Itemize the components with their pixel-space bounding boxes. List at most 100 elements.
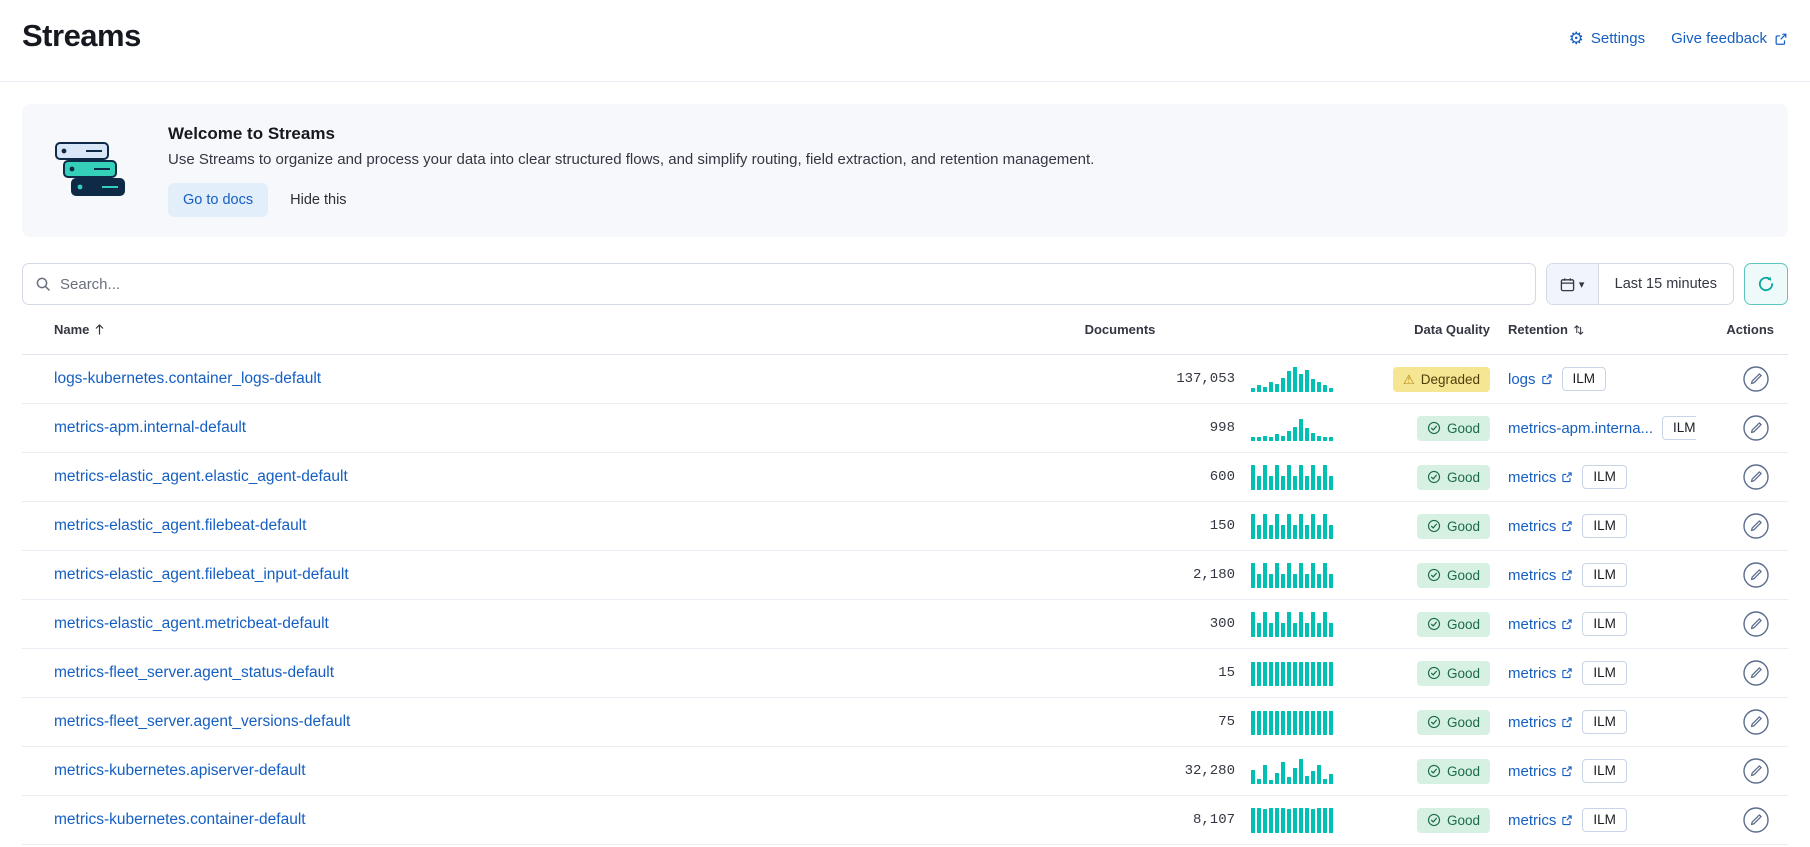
data-quality-badge-good: Good [1417,563,1490,588]
stream-name-cell: metrics-elastic_agent.filebeat_input-def… [34,566,1005,584]
documents-count: 998 [1005,420,1235,436]
retention-policy-link[interactable]: metrics-apm.interna... [1508,420,1653,437]
column-header-name[interactable]: Name [34,322,1005,337]
spark-bar [1305,525,1309,539]
ilm-badge: ILM [1582,514,1627,538]
retention-policy-link[interactable]: metrics [1508,665,1573,682]
edit-stream-button[interactable] [1742,757,1770,785]
edit-stream-button[interactable] [1742,659,1770,687]
spark-bar [1329,437,1333,440]
external-link-icon [1561,667,1573,679]
table-header: Name Documents Data Quality Retention Ac… [22,305,1788,355]
search-input[interactable] [60,276,1523,293]
data-quality-badge-good: Good [1417,759,1490,784]
data-quality-cell: Good [1370,465,1490,490]
documents-sparkline [1251,465,1335,490]
retention-policy-link[interactable]: logs [1508,371,1553,388]
stream-name-link[interactable]: metrics-elastic_agent.filebeat-default [54,517,306,534]
stream-name-link[interactable]: metrics-fleet_server.agent_status-defaul… [54,664,334,681]
edit-stream-button[interactable] [1742,512,1770,540]
external-link-icon [1561,716,1573,728]
stream-name-link[interactable]: metrics-elastic_agent.metricbeat-default [54,615,329,632]
edit-stream-button[interactable] [1742,463,1770,491]
refresh-button[interactable] [1744,263,1788,305]
stream-name-link[interactable]: logs-kubernetes.container_logs-default [54,370,321,387]
spark-bar [1305,662,1309,686]
data-quality-cell: Good [1370,759,1490,784]
spark-bar [1263,436,1267,441]
spark-bar [1323,779,1327,784]
stream-name-link[interactable]: metrics-elastic_agent.elastic_agent-defa… [54,468,348,485]
go-to-docs-button[interactable]: Go to docs [168,183,268,217]
table-row: metrics-kubernetes.apiserver-default 32,… [22,747,1788,796]
data-quality-cell: Good [1370,612,1490,637]
actions-cell [1696,610,1776,638]
documents-count: 600 [1005,469,1235,485]
give-feedback-link[interactable]: Give feedback [1671,30,1788,47]
spark-bar [1281,662,1285,686]
retention-policy-link[interactable]: metrics [1508,567,1573,584]
actions-cell [1696,463,1776,491]
time-range-label[interactable]: Last 15 minutes [1599,264,1733,304]
stream-name-link[interactable]: metrics-kubernetes.apiserver-default [54,762,306,779]
edit-stream-button[interactable] [1742,806,1770,834]
retention-policy-link[interactable]: metrics [1508,469,1573,486]
retention-cell: metrics ILM [1490,563,1696,587]
spark-bar [1281,574,1285,588]
spark-bar [1251,437,1255,440]
retention-policy-link[interactable]: metrics [1508,812,1573,829]
settings-link[interactable]: ⚙ Settings [1569,30,1645,47]
spark-bar [1251,770,1255,784]
external-link-icon [1561,814,1573,826]
spark-bar [1257,623,1261,637]
documents-sparkline [1251,661,1335,686]
column-header-retention[interactable]: Retention [1490,322,1696,337]
spark-bar [1281,711,1285,735]
edit-stream-button[interactable] [1742,561,1770,589]
documents-sparkline [1251,808,1335,833]
retention-policy-link[interactable]: metrics [1508,763,1573,780]
retention-policy-link[interactable]: metrics [1508,714,1573,731]
retention-policy-link[interactable]: metrics [1508,518,1573,535]
data-quality-badge-good: Good [1417,661,1490,686]
spark-bar [1257,574,1261,588]
stream-name-cell: metrics-fleet_server.agent_versions-defa… [34,713,1005,731]
calendar-menu-button[interactable]: ▾ [1547,264,1599,304]
documents-sparkline [1251,367,1335,392]
documents-count: 300 [1005,616,1235,632]
spark-bar [1269,574,1273,588]
spark-bar [1299,563,1303,588]
spark-bar [1293,525,1297,539]
spark-bar [1317,711,1321,735]
edit-stream-button[interactable] [1742,610,1770,638]
spark-bar [1329,574,1333,588]
hide-this-button[interactable]: Hide this [290,192,346,208]
edit-stream-button[interactable] [1742,414,1770,442]
spark-bar [1305,776,1309,784]
stream-name-cell: metrics-elastic_agent.metricbeat-default [34,615,1005,633]
page-header: Streams ⚙ Settings Give feedback [0,0,1810,82]
sort-ascending-icon [94,324,105,335]
spark-bar [1287,465,1291,490]
spark-bar [1269,711,1273,735]
spark-bar [1329,623,1333,637]
external-link-icon [1541,373,1553,385]
welcome-description: Use Streams to organize and process your… [168,151,1094,168]
stream-name-link[interactable]: metrics-fleet_server.agent_versions-defa… [54,713,350,730]
stream-name-link[interactable]: metrics-elastic_agent.filebeat_input-def… [54,566,349,583]
edit-stream-button[interactable] [1742,708,1770,736]
retention-cell: metrics ILM [1490,465,1696,489]
search-icon [35,276,51,292]
stream-name-link[interactable]: metrics-kubernetes.container-default [54,811,306,828]
spark-bar [1257,808,1261,833]
stream-name-link[interactable]: metrics-apm.internal-default [54,419,246,436]
spark-bar [1275,514,1279,539]
sparkline-cell [1235,612,1370,637]
table-body: logs-kubernetes.container_logs-default 1… [22,355,1788,845]
quality-label: Good [1447,715,1480,730]
retention-policy-link[interactable]: metrics [1508,616,1573,633]
actions-cell [1696,708,1776,736]
stream-name-cell: metrics-elastic_agent.elastic_agent-defa… [34,468,1005,486]
edit-stream-button[interactable] [1742,365,1770,393]
spark-bar [1305,808,1309,833]
